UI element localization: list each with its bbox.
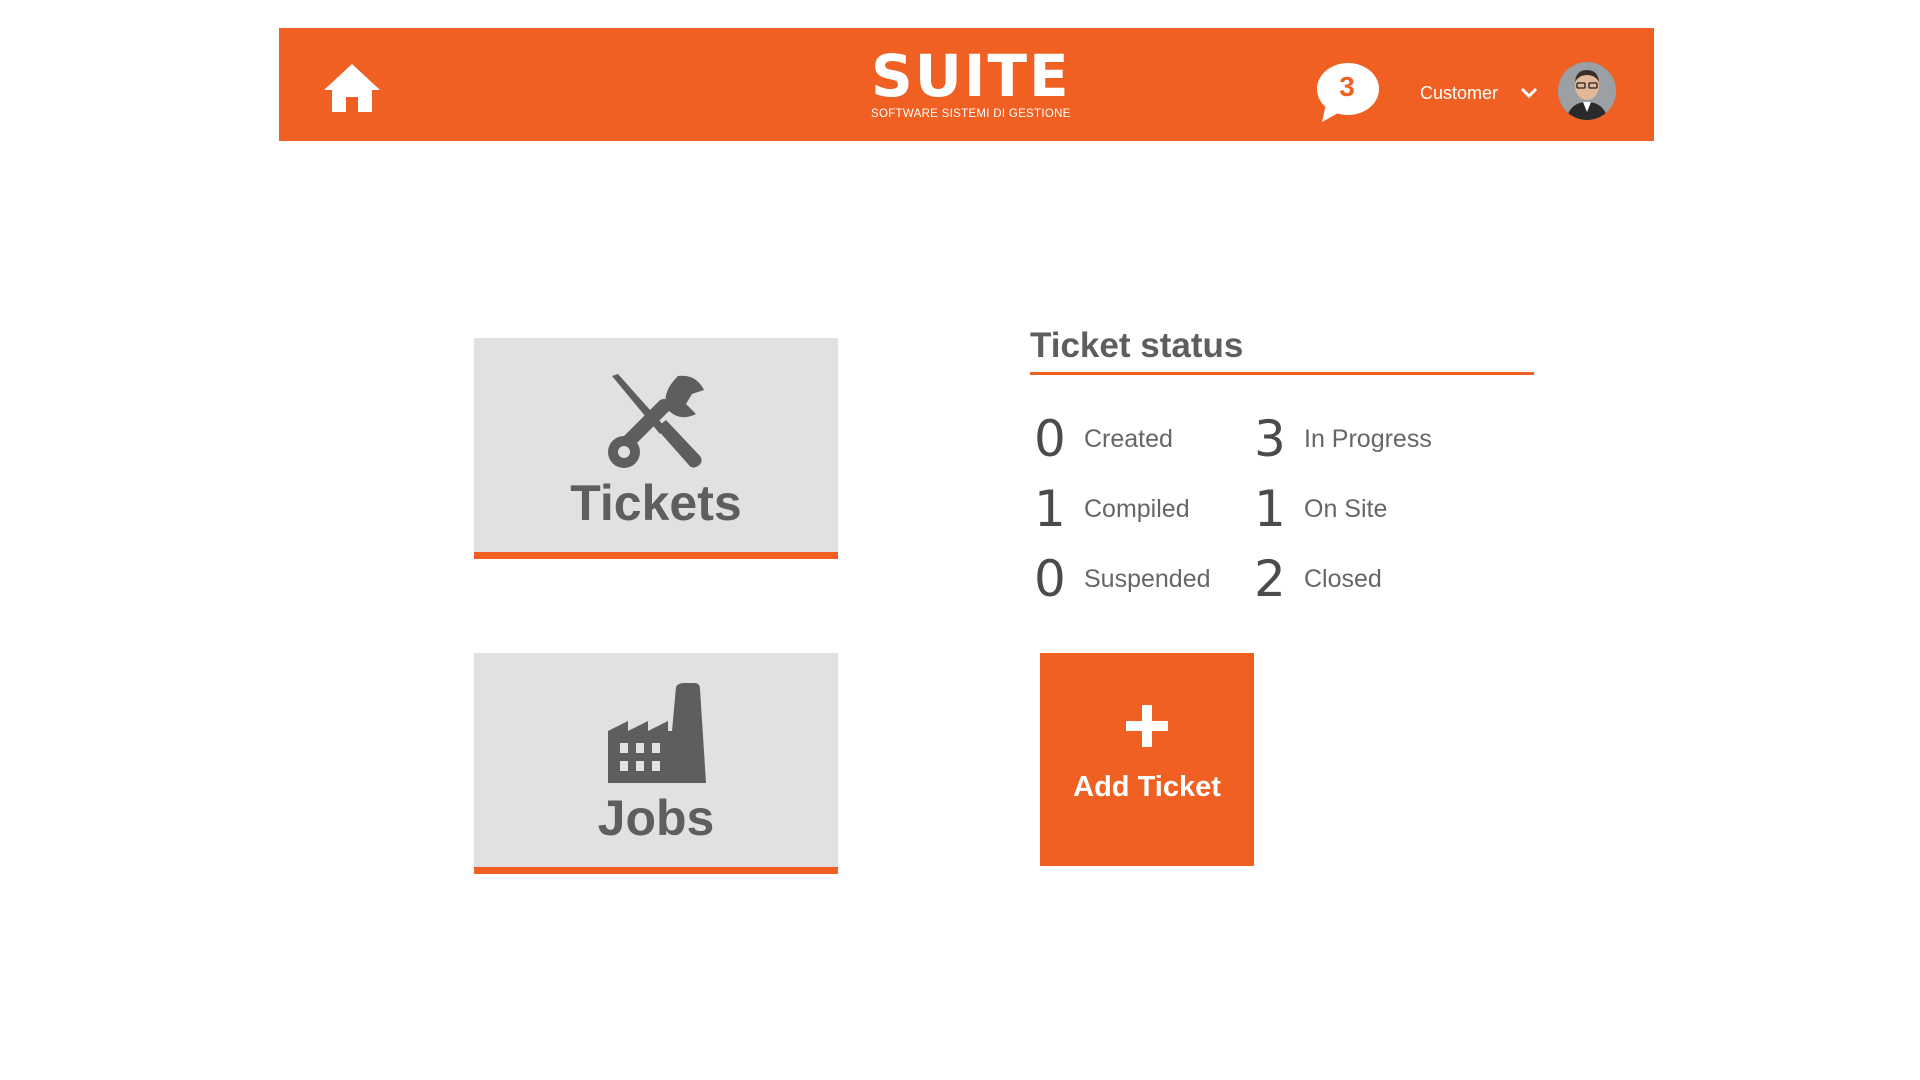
user-name-label: Customer: [1420, 82, 1499, 103]
status-count: 0: [1034, 410, 1066, 468]
app-root: SUITE SOFTWARE SISTEMI DI GESTIONE 3 Cus…: [0, 0, 1920, 1080]
tickets-tile[interactable]: Tickets: [474, 338, 838, 559]
notifications-button[interactable]: 3: [1316, 62, 1380, 124]
chevron-down-icon: [1520, 87, 1538, 99]
suite-logo: SUITE SOFTWARE SISTEMI DI GESTIONE: [871, 46, 1071, 126]
avatar[interactable]: [1558, 62, 1616, 120]
status-item-in-progress: 3 In Progress: [1254, 409, 1432, 469]
status-count: 1: [1034, 480, 1066, 538]
status-count: 3: [1254, 410, 1286, 468]
home-icon: [324, 64, 380, 112]
status-label: Suspended: [1084, 564, 1211, 593]
tickets-label: Tickets: [570, 475, 742, 531]
status-label: In Progress: [1304, 424, 1432, 453]
status-label: Compiled: [1084, 494, 1190, 523]
status-count: 1: [1254, 480, 1286, 538]
factory-icon: [474, 683, 838, 783]
add-ticket-button[interactable]: Add Ticket: [1040, 653, 1254, 866]
logo-title: SUITE: [871, 42, 1071, 110]
top-header: SUITE SOFTWARE SISTEMI DI GESTIONE 3 Cus…: [279, 28, 1654, 141]
status-count: 0: [1034, 550, 1066, 608]
status-item-compiled: 1 Compiled: [1034, 479, 1190, 539]
status-item-created: 0 Created: [1034, 409, 1173, 469]
user-avatar-icon: [1558, 62, 1616, 120]
status-item-suspended: 0 Suspended: [1034, 549, 1211, 609]
ticket-status-title: Ticket status: [1030, 326, 1534, 375]
tools-icon: [474, 370, 838, 474]
status-label: On Site: [1304, 494, 1388, 523]
jobs-tile[interactable]: Jobs: [474, 653, 838, 874]
user-menu-dropdown[interactable]: Customer: [1420, 78, 1538, 108]
status-label: Closed: [1304, 564, 1382, 593]
status-label: Created: [1084, 424, 1173, 453]
status-count: 2: [1254, 550, 1286, 608]
add-ticket-label: Add Ticket: [1073, 771, 1221, 803]
jobs-label: Jobs: [597, 790, 715, 846]
notifications-count: 3: [1339, 71, 1355, 102]
status-item-closed: 2 Closed: [1254, 549, 1382, 609]
logo-subtitle: SOFTWARE SISTEMI DI GESTIONE: [871, 108, 1071, 120]
status-item-on-site: 1 On Site: [1254, 479, 1387, 539]
home-button[interactable]: [322, 62, 382, 114]
plus-icon: [1040, 705, 1254, 747]
